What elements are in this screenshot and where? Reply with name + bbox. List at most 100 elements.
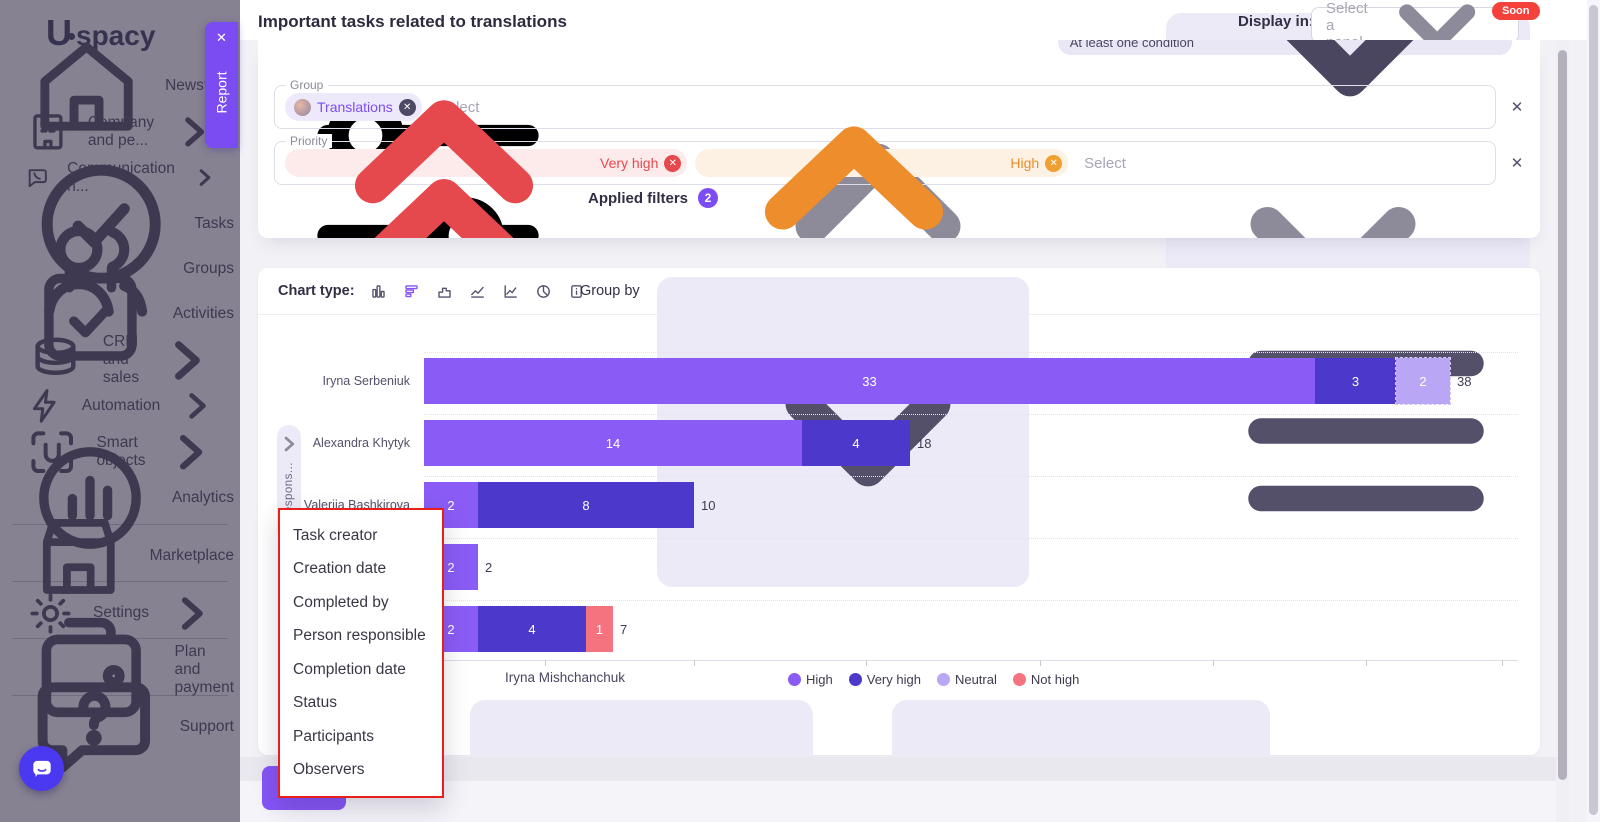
sidebar-item-marketplace[interactable]: Marketplace (24, 533, 234, 579)
sidebar-item-label: Marketplace (150, 547, 234, 565)
bar-segment-value: 8 (582, 498, 589, 513)
content-scrollbar-thumb[interactable] (1558, 50, 1567, 780)
chip-label: Very high (600, 155, 658, 171)
below-axis-label: Iryna Mishchanchuk (505, 670, 625, 685)
group-by-label: Group by (580, 283, 640, 299)
bar-segment-value: 33 (862, 374, 876, 389)
sidebar-item-label: Support (180, 718, 234, 736)
axis-tick (1213, 660, 1214, 666)
chevron-right-icon (165, 587, 218, 640)
chat-smile-icon (29, 756, 55, 782)
panel-select[interactable]: Select a panel (1311, 7, 1519, 43)
row-separator (424, 414, 1518, 415)
pie-chart-icon[interactable] (531, 279, 556, 304)
chip-label: High (1010, 155, 1039, 171)
bar-segment-very-high: 4 (802, 420, 910, 466)
add-condition-button[interactable]: Add a condition (278, 202, 697, 238)
menu-item-participants[interactable]: Participants (280, 720, 442, 754)
filter-chip-high[interactable]: High ✕ (695, 149, 1068, 177)
app-screen: Uspacy NewsfeedCompany and pe...Communic… (0, 0, 1600, 822)
remove-filter-row-button[interactable]: ✕ (1508, 98, 1526, 116)
bar-segment-high: 33 (424, 358, 1315, 404)
chart-card: Chart type: Group by Priority Iryna Serb… (258, 268, 1540, 755)
page-title: Important tasks related to translations (258, 12, 567, 32)
chevron-right-icon (176, 385, 218, 427)
bar-segment-value: 4 (852, 436, 859, 451)
axis-tick (1366, 660, 1367, 666)
chevron-down-icon[interactable] (1183, 158, 1483, 238)
bar-segment-not-high: 1 (586, 606, 613, 652)
sidebar-divider (12, 638, 228, 639)
legend-dot-icon (788, 673, 801, 686)
sidebar-item-crm-and-sales[interactable]: CRM and sales (24, 337, 234, 383)
display-in-label: Display in: (1238, 13, 1314, 30)
horizontal-bar-chart-icon[interactable] (399, 279, 424, 304)
remove-filter-row-button[interactable]: ✕ (1508, 154, 1526, 172)
group-by-context-menu: Task creatorCreation dateCompleted byPer… (278, 508, 444, 798)
menu-item-completed-by[interactable]: Completed by (280, 586, 442, 620)
axis-tick (866, 660, 867, 666)
bar-segment-neutral: 2 (1396, 358, 1450, 404)
sidebar-divider (12, 581, 228, 582)
filter-field-priority[interactable]: PriorityVery high✕High✕Select (274, 141, 1496, 185)
menu-item-task-creator[interactable]: Task creator (280, 519, 442, 553)
menu-item-status[interactable]: Status (280, 687, 442, 721)
column-chart-icon[interactable] (366, 279, 391, 304)
sidebar-item-support[interactable]: Support (24, 704, 234, 750)
window-scrollbar-thumb[interactable] (1589, 5, 1598, 815)
axis-line-chart-icon[interactable] (498, 279, 523, 304)
row-separator (424, 600, 1518, 601)
filter-chip-very-high[interactable]: Very high ✕ (285, 149, 687, 177)
sidebar-divider (12, 695, 228, 696)
sidebar-item-label: CRM and sales (103, 333, 139, 387)
bar-segment-value: 4 (528, 622, 535, 637)
legend-item-very-high[interactable]: Very high (849, 672, 921, 687)
bar-segment-value: 2 (447, 498, 454, 513)
line-chart-icon[interactable] (465, 279, 490, 304)
sidebar-item-label: Automation (82, 397, 160, 415)
sidebar-item-automation[interactable]: Automation (24, 383, 234, 429)
axis-tick (1502, 660, 1503, 666)
step-area-chart-icon[interactable] (432, 279, 457, 304)
bar-segment-value: 1 (596, 622, 603, 637)
report-drawer-tab[interactable]: ✕ Report (205, 22, 238, 148)
legend-label: Very high (867, 672, 921, 687)
bar-total-label: 7 (620, 622, 627, 637)
bar-category-label: Iryna Serbeniuk (258, 374, 410, 388)
legend-dot-icon (1013, 673, 1026, 686)
chart-toolbar: Chart type: Group by Priority (258, 268, 1540, 315)
condition-mode-label: At least one condition (1070, 40, 1194, 50)
axis-tick (1040, 660, 1041, 666)
menu-item-completion-date[interactable]: Completion date (280, 653, 442, 687)
row-separator (424, 538, 1518, 539)
bar-total-label: 10 (701, 498, 715, 513)
legend-item-neutral[interactable]: Neutral (937, 672, 997, 687)
chevron-right-icon (191, 164, 218, 191)
bar-total-label: 2 (485, 560, 492, 575)
lightning-icon (24, 385, 66, 427)
soon-badge: Soon (1492, 2, 1540, 20)
menu-item-creation-date[interactable]: Creation date (280, 553, 442, 587)
support-chat-fab[interactable] (19, 746, 64, 791)
chart-type-label: Chart type: (278, 283, 355, 299)
legend-dot-icon (937, 673, 950, 686)
menu-icon[interactable] (1216, 281, 1516, 581)
bar-segment-very-high: 3 (1315, 358, 1396, 404)
legend-label: Neutral (955, 672, 997, 687)
chip-remove-icon[interactable]: ✕ (1045, 155, 1062, 172)
menu-item-observers[interactable]: Observers (280, 754, 442, 788)
close-icon[interactable]: ✕ (216, 31, 227, 44)
chart-legend: High Very high Neutral Not high (788, 672, 1079, 687)
chip-remove-icon[interactable]: ✕ (664, 155, 681, 172)
bar-segment-value: 2 (447, 560, 454, 575)
bar-segment-value: 2 (447, 622, 454, 637)
sidebar-item-newsfeed[interactable]: Newsfeed (24, 63, 234, 109)
legend-item-high[interactable]: High (788, 672, 833, 687)
condition-mode-pill[interactable]: At least one condition (1058, 40, 1512, 55)
sidebar-item-label: Analytics (172, 489, 234, 507)
add-condition-icon (278, 202, 578, 238)
x-axis-line (424, 660, 1518, 661)
legend-item-not-high[interactable]: Not high (1013, 672, 1079, 687)
menu-item-person-responsible[interactable]: Person responsible (280, 620, 442, 654)
legend-label: High (806, 672, 833, 687)
